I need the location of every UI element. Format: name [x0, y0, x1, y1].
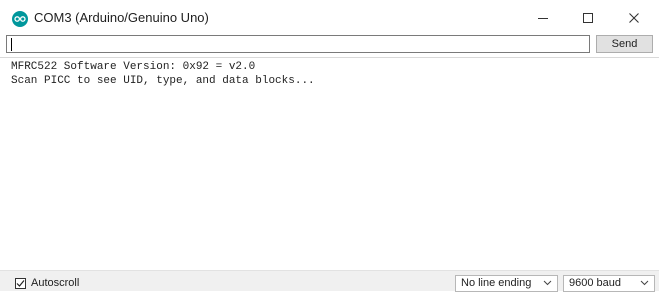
- checkmark-icon: [16, 280, 25, 287]
- send-bar: Send: [6, 35, 654, 55]
- chevron-down-icon: [543, 280, 552, 286]
- serial-output-area[interactable]: MFRC522 Software Version: 0x92 = v2.0 Sc…: [0, 57, 659, 269]
- autoscroll-checkbox[interactable]: [15, 278, 26, 289]
- status-bar: Autoscroll No line ending 9600 baud: [0, 270, 659, 292]
- window-title: COM3 (Arduino/Genuino Uno): [34, 10, 209, 25]
- maximize-icon: [583, 13, 593, 23]
- serial-input-field[interactable]: [6, 35, 590, 53]
- title-bar: COM3 (Arduino/Genuino Uno): [0, 0, 659, 34]
- line-ending-value: No line ending: [461, 277, 532, 289]
- chevron-down-icon: [640, 280, 649, 286]
- minimize-button[interactable]: [521, 4, 565, 32]
- output-line: MFRC522 Software Version: 0x92 = v2.0: [11, 61, 256, 73]
- baud-rate-value: 9600 baud: [569, 277, 621, 289]
- arduino-logo-icon: [12, 11, 28, 27]
- line-ending-select[interactable]: No line ending: [455, 275, 558, 292]
- close-button[interactable]: [612, 4, 656, 32]
- close-icon: [629, 13, 639, 23]
- minimize-icon: [538, 18, 548, 19]
- text-cursor: [11, 38, 12, 51]
- baud-rate-select[interactable]: 9600 baud: [563, 275, 655, 292]
- output-line: Scan PICC to see UID, type, and data blo…: [11, 75, 315, 87]
- send-button[interactable]: Send: [596, 35, 653, 53]
- autoscroll-label: Autoscroll: [31, 277, 80, 289]
- maximize-button[interactable]: [566, 4, 610, 32]
